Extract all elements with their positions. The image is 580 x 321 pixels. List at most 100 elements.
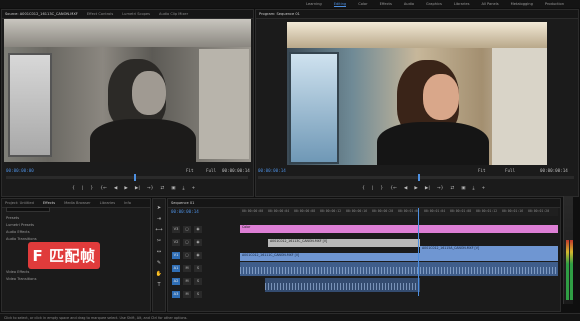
add-marker-button[interactable]: |	[372, 186, 374, 191]
play-button[interactable]: ▶	[414, 186, 417, 191]
workspace-all-panels[interactable]: All Panels	[481, 2, 498, 6]
track-target-v3[interactable]: V3	[172, 225, 180, 233]
mute-icon[interactable]: M	[183, 277, 191, 285]
type-tool-icon[interactable]: T	[155, 281, 163, 289]
clip-color-matte[interactable]: Color	[240, 225, 558, 233]
clip-audio-a2[interactable]	[265, 278, 420, 292]
slip-tool-icon[interactable]: ↔	[155, 248, 163, 256]
program-zoom-dropdown[interactable]: Full	[505, 168, 515, 173]
program-video-frame[interactable]	[287, 22, 547, 165]
tree-item-video-effects[interactable]: Video Effects	[6, 270, 29, 274]
ruler-tick-label: 00:00:00:08	[294, 209, 316, 213]
program-fit-dropdown[interactable]: Fit	[478, 168, 486, 173]
source-video-frame[interactable]	[4, 19, 251, 162]
insert-button[interactable]: ⇄	[160, 186, 164, 191]
eye-icon[interactable]: ◉	[194, 251, 202, 259]
export-frame-button[interactable]: ⤓	[473, 185, 475, 191]
tree-item-audio-transitions[interactable]: Audio Transitions	[6, 237, 37, 241]
selection-tool-icon[interactable]: ➤	[155, 204, 163, 212]
clip-v2-first[interactable]: A001C012_16113C_CANON.MXF [V]	[268, 239, 420, 247]
tab-project[interactable]: Project: Untitled	[5, 201, 34, 205]
timeline-ruler[interactable]: 00:00:00:00 00:00:00:04 00:00:00:08 00:0…	[240, 208, 558, 216]
step-forward-button[interactable]: ▶|	[135, 186, 140, 191]
go-to-in-button[interactable]: {←	[100, 186, 107, 191]
hand-tool-icon[interactable]: ✋	[155, 270, 163, 278]
tab-effect-controls[interactable]: Effect Controls	[87, 12, 113, 16]
workspace-audio[interactable]: Audio	[404, 2, 414, 6]
workspace-editing[interactable]: Editing	[333, 2, 347, 7]
tab-media-browser[interactable]: Media Browser	[64, 201, 91, 205]
source-playhead[interactable]	[134, 174, 136, 181]
timeline-playhead[interactable]	[418, 208, 419, 296]
solo-icon[interactable]: S	[194, 277, 202, 285]
solo-icon[interactable]: S	[194, 264, 202, 272]
track-target-a1[interactable]: A1	[172, 264, 180, 272]
source-scrub-bar[interactable]	[6, 174, 248, 181]
track-target-v2[interactable]: V2	[172, 238, 180, 246]
track-target-a2[interactable]: A2	[172, 277, 180, 285]
lock-icon[interactable]: ▢	[183, 251, 191, 259]
clip-audio-a1[interactable]	[240, 262, 558, 276]
play-button[interactable]: ▶	[124, 186, 127, 191]
eye-icon[interactable]: ◉	[194, 238, 202, 246]
button-editor-button[interactable]: +	[192, 186, 196, 191]
track-target-a3[interactable]: A3	[172, 290, 180, 298]
mark-out-button[interactable]: }	[380, 186, 383, 191]
program-timecode-in[interactable]: 00:00:00:14	[258, 168, 286, 173]
workspace-effects[interactable]: Effects	[380, 2, 392, 6]
button-editor-button[interactable]: +	[482, 186, 486, 191]
tab-audio-clip-mixer[interactable]: Audio Clip Mixer	[159, 12, 188, 16]
timeline-timecode[interactable]: 00:00:00:14	[171, 209, 199, 214]
workspace-graphics[interactable]: Graphics	[426, 2, 442, 6]
lift-button[interactable]: ⇄	[450, 186, 454, 191]
program-timecode-out: 00:00:00:14	[540, 168, 568, 173]
workspace-libraries[interactable]: Libraries	[454, 2, 470, 6]
step-back-button[interactable]: ◀	[404, 186, 407, 191]
workspace-production[interactable]: Production	[545, 2, 564, 6]
step-back-button[interactable]: ◀	[114, 186, 117, 191]
mark-in-button[interactable]: {	[72, 186, 75, 191]
mark-out-button[interactable]: }	[90, 186, 93, 191]
eye-icon[interactable]: ◉	[194, 225, 202, 233]
tab-lumetri-scopes[interactable]: Lumetri Scopes	[122, 12, 150, 16]
track-select-tool-icon[interactable]: ⇥	[155, 215, 163, 223]
extract-button[interactable]: ▣	[461, 186, 465, 191]
mark-in-button[interactable]: {	[362, 186, 365, 191]
tab-libraries[interactable]: Libraries	[100, 201, 116, 205]
effects-search-input[interactable]	[6, 207, 50, 212]
program-playhead[interactable]	[418, 174, 420, 181]
tree-item-presets[interactable]: Presets	[6, 216, 19, 220]
lock-icon[interactable]: ▢	[183, 225, 191, 233]
go-to-out-button[interactable]: →}	[147, 186, 154, 191]
razor-tool-icon[interactable]: ✂	[155, 237, 163, 245]
workspace-metalogging[interactable]: Metalogging	[511, 2, 533, 6]
tab-sequence[interactable]: Sequence 01	[171, 201, 194, 205]
workspace-color[interactable]: Color	[358, 2, 367, 6]
track-target-v1[interactable]: V1	[172, 251, 180, 259]
tab-source[interactable]: Source: A001C012_16113C_CANON.MXF	[5, 12, 78, 16]
tree-item-video-transitions[interactable]: Video Transitions	[6, 277, 36, 281]
go-to-out-button[interactable]: →}	[437, 186, 444, 191]
export-frame-button[interactable]: ⤓	[183, 185, 185, 191]
mute-icon[interactable]: M	[183, 290, 191, 298]
source-fit-dropdown[interactable]: Fit	[186, 168, 194, 173]
clip-v1[interactable]: A001C012_16111C_CANON.MXF [V]	[240, 253, 558, 261]
tab-effects[interactable]: Effects	[43, 201, 55, 205]
pen-tool-icon[interactable]: ✎	[155, 259, 163, 267]
add-marker-button[interactable]: |	[82, 186, 84, 191]
overwrite-button[interactable]: ▣	[171, 186, 175, 191]
workspace-learning[interactable]: Learning	[306, 2, 322, 6]
tab-program[interactable]: Program: Sequence 01	[259, 12, 300, 16]
mute-icon[interactable]: M	[183, 264, 191, 272]
tab-info[interactable]: Info	[124, 201, 131, 205]
lock-icon[interactable]: ▢	[183, 238, 191, 246]
tree-item-lumetri-presets[interactable]: Lumetri Presets	[6, 223, 34, 227]
tree-item-audio-effects[interactable]: Audio Effects	[6, 230, 30, 234]
source-timecode-in[interactable]: 00:00:00:00	[6, 168, 34, 173]
solo-icon[interactable]: S	[194, 290, 202, 298]
go-to-in-button[interactable]: {←	[390, 186, 397, 191]
step-forward-button[interactable]: ▶|	[425, 186, 430, 191]
ripple-edit-tool-icon[interactable]: ⟷	[155, 226, 163, 234]
program-scrub-bar[interactable]	[258, 174, 574, 181]
source-zoom-dropdown[interactable]: Full	[206, 168, 216, 173]
